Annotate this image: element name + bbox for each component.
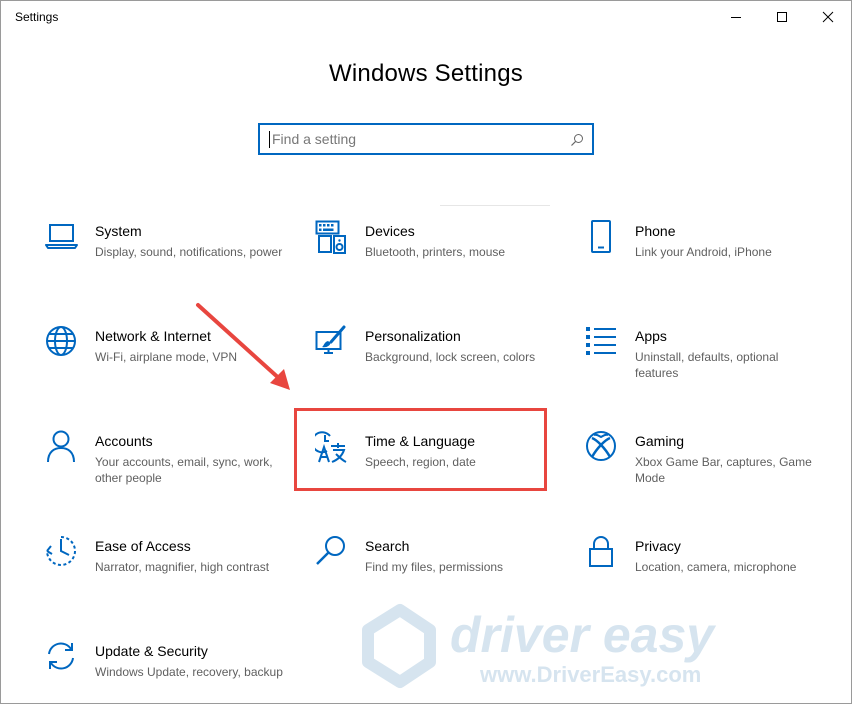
tile-description: Your accounts, email, sync, work, other … xyxy=(95,455,273,485)
tile-description: Link your Android, iPhone xyxy=(635,245,772,259)
search-icon[interactable] xyxy=(570,133,584,147)
keyboard-speaker-icon xyxy=(315,220,346,254)
tile-title: Apps xyxy=(635,328,667,344)
phone-icon xyxy=(591,220,611,253)
maximize-button[interactable] xyxy=(759,0,805,34)
laptop-icon xyxy=(45,224,78,249)
tile-description: Uninstall, defaults, optional features xyxy=(635,350,779,380)
tile-description: Location, camera, microphone xyxy=(635,560,797,574)
tile-accounts[interactable]: Accounts Your accounts, email, sync, wor… xyxy=(45,430,285,510)
tile-title: System xyxy=(95,223,142,239)
tile-update-security[interactable]: Update & Security Windows Update, recove… xyxy=(45,640,285,720)
tile-phone[interactable]: Phone Link your Android, iPhone xyxy=(585,220,825,300)
tile-title: Devices xyxy=(365,223,415,239)
person-icon xyxy=(47,430,75,463)
xbox-icon xyxy=(586,431,616,461)
search-input[interactable] xyxy=(264,127,572,151)
divider xyxy=(440,205,550,206)
close-button[interactable] xyxy=(805,0,851,34)
svg-text:www.DriverEasy.com: www.DriverEasy.com xyxy=(479,662,701,687)
magnifier-icon xyxy=(316,536,345,565)
paintbrush-icon xyxy=(315,325,346,354)
minimize-button[interactable] xyxy=(713,0,759,34)
tile-system[interactable]: System Display, sound, notifications, po… xyxy=(45,220,285,300)
tile-gaming[interactable]: Gaming Xbox Game Bar, captures, Game Mod… xyxy=(585,430,825,510)
tile-title: Personalization xyxy=(365,328,461,344)
maximize-icon xyxy=(777,12,787,22)
tile-title: Search xyxy=(365,538,410,554)
tile-title: Gaming xyxy=(635,433,685,449)
title-bar: Settings xyxy=(0,0,850,34)
tile-description: Bluetooth, printers, mouse xyxy=(365,245,506,259)
tile-title: Accounts xyxy=(95,433,153,449)
tile-description: Background, lock screen, colors xyxy=(365,350,536,364)
tile-description: Windows Update, recovery, backup xyxy=(95,665,283,679)
search-box[interactable] xyxy=(258,123,594,155)
driver-easy-watermark-logo: driver easy www.DriverEasy.com xyxy=(362,604,716,688)
tile-title: Ease of Access xyxy=(95,538,191,554)
tile-apps[interactable]: Apps Uninstall, defaults, optional featu… xyxy=(585,325,825,405)
tile-title: Update & Security xyxy=(95,643,208,659)
tile-devices[interactable]: Devices Bluetooth, printers, mouse xyxy=(315,220,555,300)
tile-description: Xbox Game Bar, captures, Game Mode xyxy=(635,455,812,485)
tile-personalization[interactable]: Personalization Background, lock screen,… xyxy=(315,325,555,405)
highlight-box xyxy=(294,408,547,491)
minimize-icon xyxy=(731,17,741,18)
tile-ease-of-access[interactable]: Ease of Access Narrator, magnifier, high… xyxy=(45,535,285,615)
tile-description: Display, sound, notifications, power xyxy=(95,245,283,259)
red-arrow-icon xyxy=(196,303,290,390)
tile-title: Phone xyxy=(635,223,676,239)
svg-text:driver easy: driver easy xyxy=(450,607,716,663)
window-title: Settings xyxy=(15,10,59,24)
tile-description: Find my files, permissions xyxy=(365,560,504,574)
tile-title: Privacy xyxy=(635,538,681,554)
tile-description: Narrator, magnifier, high contrast xyxy=(95,560,270,574)
ease-of-access-icon xyxy=(46,536,76,566)
sync-arrows-icon xyxy=(48,642,74,670)
apps-list-icon xyxy=(586,327,616,355)
lock-icon xyxy=(589,536,613,567)
close-icon xyxy=(822,11,834,23)
page-title: Windows Settings xyxy=(329,60,523,87)
globe-icon xyxy=(46,326,76,356)
